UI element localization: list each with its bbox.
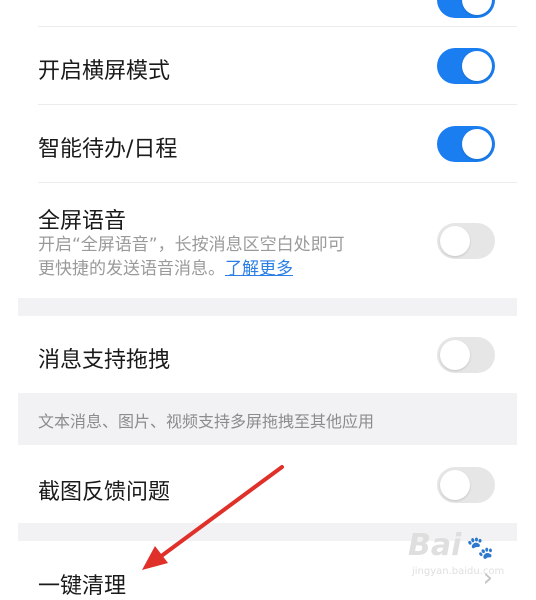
annotation-arrow [142,465,284,570]
